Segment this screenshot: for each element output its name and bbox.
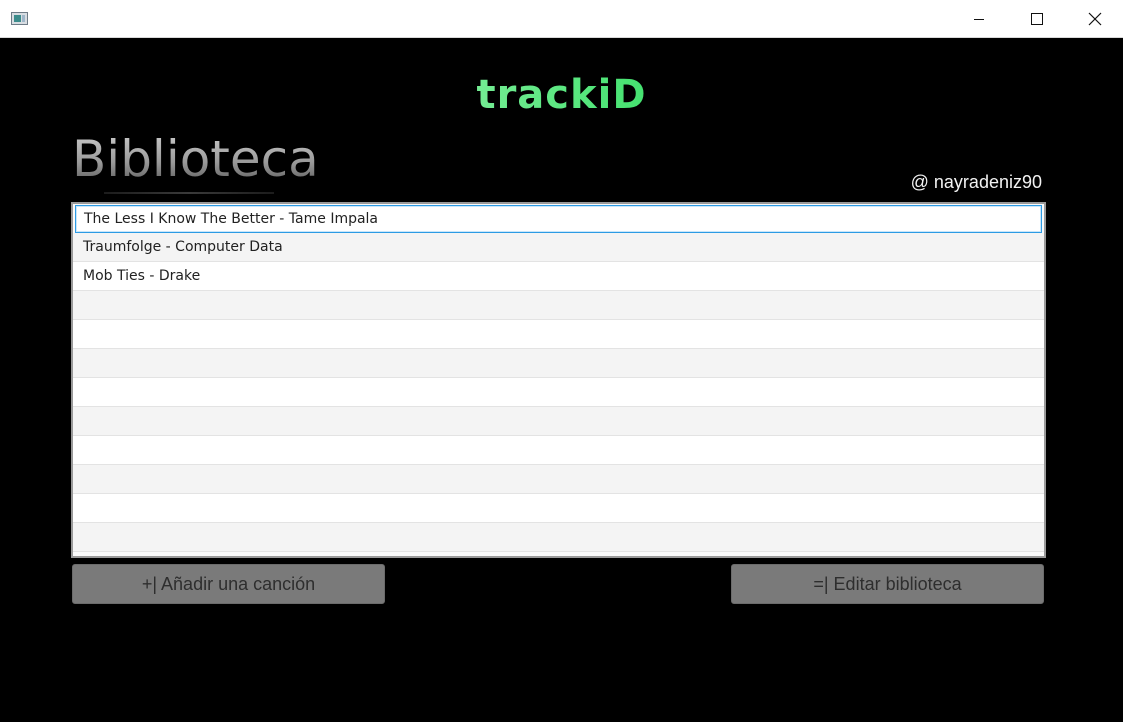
list-item[interactable]: Mob Ties - Drake xyxy=(73,262,1044,291)
app-window-icon xyxy=(11,12,28,25)
add-song-button[interactable]: +| Añadir una canción xyxy=(72,564,385,604)
minimize-icon xyxy=(974,18,984,20)
empty-list-row xyxy=(73,494,1044,523)
maximize-button[interactable] xyxy=(1008,0,1066,37)
close-icon xyxy=(1088,12,1102,25)
username-label: @ nayradeniz90 xyxy=(910,172,1042,192)
list-item[interactable]: Traumfolge - Computer Data xyxy=(73,233,1044,262)
title-underline xyxy=(104,192,274,194)
minimize-button[interactable] xyxy=(950,0,1008,37)
empty-list-row xyxy=(73,378,1044,407)
empty-list-row xyxy=(73,523,1044,552)
app-logo: trackiD xyxy=(0,72,1123,118)
empty-list-row xyxy=(73,436,1044,465)
list-item[interactable]: The Less I Know The Better - Tame Impala xyxy=(75,205,1042,233)
empty-list-row xyxy=(73,291,1044,320)
empty-list-row xyxy=(73,320,1044,349)
empty-list-row xyxy=(73,349,1044,378)
empty-list-row xyxy=(73,407,1044,436)
edit-library-button[interactable]: =| Editar biblioteca xyxy=(731,564,1044,604)
window-titlebar xyxy=(0,0,1123,38)
page-title: Biblioteca xyxy=(72,130,319,188)
empty-list-row xyxy=(73,465,1044,494)
song-list[interactable]: The Less I Know The Better - Tame Impala… xyxy=(71,202,1046,558)
maximize-icon xyxy=(1031,12,1043,25)
close-button[interactable] xyxy=(1066,0,1123,37)
